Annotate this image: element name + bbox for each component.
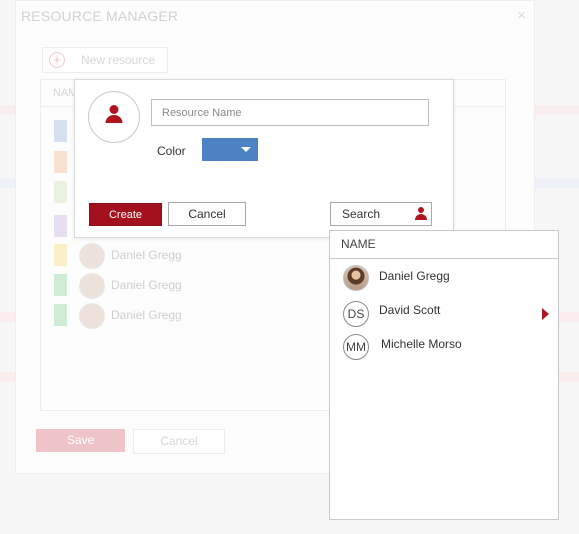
avatar [343,265,369,291]
list-item[interactable]: MM Michelle Morso [330,331,558,363]
resource-name-input[interactable] [151,99,429,126]
color-swatch [54,274,67,296]
list-item[interactable]: DS David Scott [330,298,558,330]
person-name: Michelle Morso [381,337,462,351]
color-swatch [54,120,67,142]
new-resource-label: New resource [81,53,156,67]
resource-name: Daniel Gregg [111,278,182,292]
cancel-button[interactable]: Cancel [168,202,246,226]
person-icon [109,105,119,114]
create-button[interactable]: Create [89,203,162,226]
resource-name: Daniel Gregg [111,248,182,262]
avatar [79,273,105,299]
save-button[interactable]: Save [36,429,125,452]
name-column-header: NAME [330,231,558,259]
color-label: Color [157,144,186,158]
search-results-dropdown: NAME Daniel Gregg DS David Scott MM Mich… [329,230,559,520]
person-name: Daniel Gregg [379,269,450,283]
color-picker[interactable] [202,138,258,161]
chevron-down-icon [241,147,251,152]
avatar-upload[interactable] [88,91,140,143]
color-swatch [54,244,67,266]
create-resource-popup: Color Create Cancel Search [74,79,454,238]
color-swatch [54,215,67,237]
close-icon[interactable]: × [517,7,526,24]
color-swatch [54,151,67,173]
color-swatch [54,304,67,326]
color-swatch [54,181,67,203]
avatar-initials: DS [343,301,369,327]
list-item[interactable]: Daniel Gregg [330,262,558,294]
plus-icon: + [49,52,65,68]
chevron-right-icon[interactable] [542,308,549,320]
dialog-title: RESOURCE MANAGER [21,8,179,24]
avatar [79,303,105,329]
avatar-initials: MM [343,334,369,360]
person-icon [414,207,428,221]
search-button[interactable]: Search [330,202,432,226]
new-resource-button[interactable]: + New resource [42,47,168,73]
person-name: David Scott [379,303,441,317]
avatar [79,243,105,269]
person-icon-body [105,115,123,123]
resource-name: Daniel Gregg [111,308,182,322]
cancel-button[interactable]: Cancel [133,429,225,454]
search-label: Search [342,207,381,221]
